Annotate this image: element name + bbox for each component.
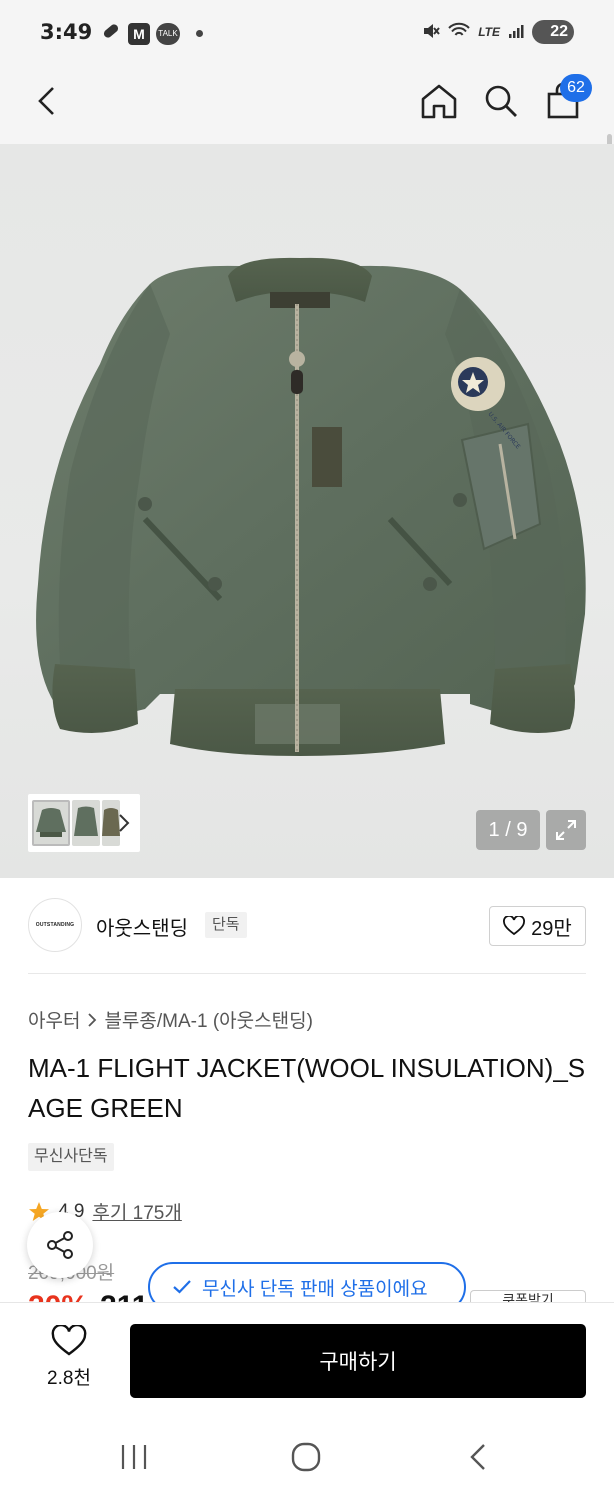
jacket-image: U.S. AIR FORCE [36,257,586,756]
product-title: MA-1 FLIGHT JACKET(WOOL INSULATION)_SAGE… [28,1053,586,1123]
heart-icon [51,1325,87,1356]
buy-button[interactable]: 구매하기 [130,1324,586,1398]
top-navigation: 62 [0,64,614,204]
cart-button[interactable]: 62 [538,74,592,126]
link-icon [100,20,122,47]
cart-count-badge: 62 [560,74,592,102]
share-button[interactable] [27,1212,93,1278]
fullscreen-button[interactable] [546,810,586,850]
status-time: 3:49 [40,20,93,44]
recent-apps-icon [121,1445,147,1469]
musinsa-exclusive-tag: 무신사단독 [28,1143,114,1171]
back-nav-button[interactable] [458,1440,498,1474]
home-icon [421,84,457,119]
search-button[interactable] [476,76,526,126]
page-indicator: 1 / 9 [476,810,540,850]
search-icon [485,85,517,117]
review-count-link[interactable]: 후기 175개 [92,1198,181,1225]
more-notifications-dot-icon [196,30,203,37]
expand-icon [556,820,576,840]
thumbnail-2[interactable] [72,800,100,846]
system-navigation [0,1412,614,1500]
wishlist-button[interactable]: 2.8천 [30,1325,108,1397]
toast-message: 무신사 단독 판매 상품이에요 [202,1278,428,1300]
breadcrumb-subcategory[interactable]: 블루종/MA-1 (아웃스탠딩) [104,1006,312,1033]
back-button[interactable] [22,76,72,126]
home-circle-icon [291,1442,321,1472]
brand-like-count: 29만 [531,917,572,940]
battery-indicator: 22 [532,20,574,44]
talk-icon: TALK [156,22,180,45]
share-icon [47,1231,73,1259]
heart-icon [503,916,526,936]
wifi-icon [448,22,470,43]
chevron-right-icon[interactable] [116,812,132,834]
thumbnail-1[interactable] [32,800,70,846]
wishlist-count: 2.8천 [47,1368,91,1389]
breadcrumb: 아우터 블루종/MA-1 (아웃스탠딩) [28,1006,313,1033]
brand-logo[interactable]: OUTSTANDING [28,898,82,952]
thumbnail-strip[interactable] [28,794,140,852]
home-button[interactable] [414,76,464,126]
purchase-bar: 2.8천 구매하기 [0,1302,614,1412]
system-icons: LTE 22 [422,20,574,44]
brand-like-button[interactable]: 29만 [489,906,586,946]
status-bar: 3:49 M TALK LTE 22 [0,0,614,64]
exclusive-brand-tag: 단독 [205,912,247,938]
check-icon [173,1280,191,1294]
network-type: LTE [478,25,500,39]
notification-icons: M TALK [100,20,203,47]
divider [28,973,586,974]
brand-name[interactable]: 아웃스탠딩 [96,912,188,941]
brand-row[interactable]: OUTSTANDING 아웃스탠딩 단독 29만 [0,878,614,974]
breadcrumb-category[interactable]: 아우터 [28,1006,80,1033]
m-app-icon: M [128,22,150,45]
chevron-left-icon [38,87,54,115]
mute-icon [422,22,440,43]
product-image-gallery[interactable]: U.S. AIR FORCE 1 / 9 [0,144,614,878]
signal-icon [508,23,524,42]
recent-apps-button[interactable] [114,1440,154,1474]
home-nav-button[interactable] [286,1440,326,1474]
chevron-right-icon [88,1012,97,1027]
back-arrow-icon [470,1444,485,1470]
